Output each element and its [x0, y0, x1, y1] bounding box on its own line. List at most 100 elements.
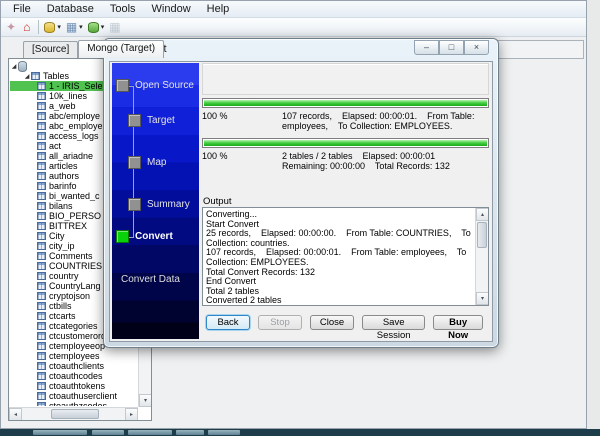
tree-item-label: access_logs: [49, 131, 99, 141]
save-session-button[interactable]: Save Session: [362, 315, 425, 330]
tree-item-label: ctoauthclients: [49, 361, 104, 371]
step-convert: Convert: [116, 230, 173, 243]
table-icon: [37, 272, 46, 280]
scroll-up-icon[interactable]: ▴: [476, 208, 489, 221]
taskbar-button[interactable]: [92, 430, 124, 435]
total-progress-text: 100 % 2 tables / 2 tables Elapsed: 00:00…: [202, 151, 489, 171]
maximize-button[interactable]: □: [439, 40, 464, 55]
menu-item[interactable]: Window: [144, 2, 199, 16]
table-icon: [37, 242, 46, 250]
scroll-left-icon[interactable]: ◂: [9, 408, 22, 421]
tree-item-label: articles: [49, 161, 78, 171]
tree-item-label: a_web: [49, 101, 76, 111]
scrollbar-thumb[interactable]: [51, 409, 99, 419]
toolbar-icon: ▦: [109, 21, 120, 33]
table-icon: [37, 82, 46, 90]
table-icon: [37, 132, 46, 140]
table-icon: [37, 372, 46, 380]
stop-button[interactable]: Stop: [258, 315, 302, 330]
step-label: Open Source: [135, 80, 194, 91]
tree-item-label: city_ip: [49, 241, 75, 251]
tree-item-label: ctbills: [49, 301, 72, 311]
table-icon: [37, 402, 46, 406]
server-home-icon[interactable]: ⌂: [21, 19, 34, 36]
step-label: Summary: [147, 199, 190, 210]
toolbar-icon: ▦: [66, 21, 77, 33]
step-square-icon: [116, 79, 129, 92]
menu-bar: FileDatabaseToolsWindowHelp: [1, 1, 586, 18]
database-icon: [18, 61, 27, 72]
tree-item-label: ctemployees: [49, 351, 100, 361]
table-icon: [37, 332, 46, 340]
tree-item-label: cryptojson: [49, 291, 90, 301]
tree-item[interactable]: ctoauthtokens: [10, 381, 137, 391]
tree-item-label: CountryLang: [49, 281, 101, 291]
scroll-down-icon[interactable]: ▾: [476, 292, 489, 305]
back-button[interactable]: Back: [206, 315, 250, 330]
expander-icon[interactable]: ◢: [10, 63, 18, 70]
database-cylinder-icon: [88, 22, 99, 33]
tab-mongo-target[interactable]: Mongo (Target): [78, 40, 164, 58]
convert-dialog: Convert – □ × Open Source Target: [103, 38, 499, 348]
table-icon: [37, 282, 46, 290]
buy-now-button[interactable]: Buy Now: [433, 315, 483, 330]
expander-icon[interactable]: ◢: [23, 73, 31, 80]
database-cylinder-icon: [44, 22, 55, 33]
scrollbar-thumb[interactable]: [477, 222, 487, 248]
scroll-right-icon[interactable]: ▸: [125, 408, 138, 421]
tree-item[interactable]: ctemployees: [10, 351, 137, 361]
table-icon: [37, 392, 46, 400]
menu-item[interactable]: Help: [199, 2, 238, 16]
connect-icon[interactable]: ✦: [4, 19, 20, 36]
tree-item-label: all_ariadne: [49, 151, 93, 161]
menu-item[interactable]: File: [5, 2, 39, 16]
step-summary: Summary: [128, 198, 190, 211]
convert-database-icon[interactable]: ▾: [86, 19, 107, 36]
taskbar-button[interactable]: [33, 430, 87, 435]
table-icon: [37, 102, 46, 110]
table-icon: [37, 342, 46, 350]
close-icon[interactable]: ×: [464, 40, 489, 55]
chevron-down-icon: ▾: [79, 23, 83, 31]
new-database-icon[interactable]: ▾: [42, 19, 63, 36]
taskbar[interactable]: [0, 429, 600, 436]
result-box: [202, 63, 489, 95]
taskbar-button[interactable]: [128, 430, 172, 435]
tree-item-label: ctoauthcodes: [49, 371, 103, 381]
minimize-button[interactable]: –: [414, 40, 439, 55]
caption-buttons: – □ ×: [414, 40, 489, 55]
tab-source[interactable]: [Source]: [23, 41, 78, 58]
taskbar-button[interactable]: [208, 430, 240, 435]
toolbar-icon: ⌂: [23, 21, 30, 33]
progress-fill: [204, 100, 487, 106]
tree-item-label: authors: [49, 171, 79, 181]
table-icon: [37, 232, 46, 240]
tree-node-label: Tables: [43, 71, 69, 81]
tree-item[interactable]: ctoauthcodes: [10, 371, 137, 381]
menu-item[interactable]: Tools: [102, 2, 144, 16]
convert-data-label: Convert Data: [121, 274, 180, 285]
output-log[interactable]: Converting...Start Convert25 records, El…: [202, 207, 489, 306]
menu-item[interactable]: Database: [39, 2, 102, 16]
table-view-icon[interactable]: ▦ ▾: [64, 19, 85, 36]
tree-item[interactable]: ctoauthzcodes: [10, 401, 137, 406]
tree-item[interactable]: ctoauthclients: [10, 361, 137, 371]
tree-item-label: City: [49, 231, 65, 241]
export-icon[interactable]: ▦: [107, 19, 124, 36]
tree-horizontal-scrollbar[interactable]: ◂ ▸: [9, 407, 138, 420]
table-icon: [37, 162, 46, 170]
output-vertical-scrollbar[interactable]: ▴ ▾: [475, 208, 488, 305]
table-icon: [37, 92, 46, 100]
toolbar-separator[interactable]: [35, 19, 41, 36]
tree-item-label: ctoauthtokens: [49, 381, 105, 391]
close-button[interactable]: Close: [310, 315, 354, 330]
scroll-down-icon[interactable]: ▾: [139, 394, 152, 407]
tree-item-label: 10k_lines: [49, 91, 87, 101]
taskbar-button[interactable]: [176, 430, 204, 435]
step-square-icon: [128, 114, 141, 127]
tree-item[interactable]: ctoauthuserclient: [10, 391, 137, 401]
dialog-main-panel: 100 % 107 records, Elapsed: 00:00:01. Fr…: [202, 63, 489, 339]
wizard-sidebar: Open Source Target Map Summary Convert: [112, 63, 199, 339]
step-target: Target: [128, 114, 175, 127]
table-icon: [37, 192, 46, 200]
